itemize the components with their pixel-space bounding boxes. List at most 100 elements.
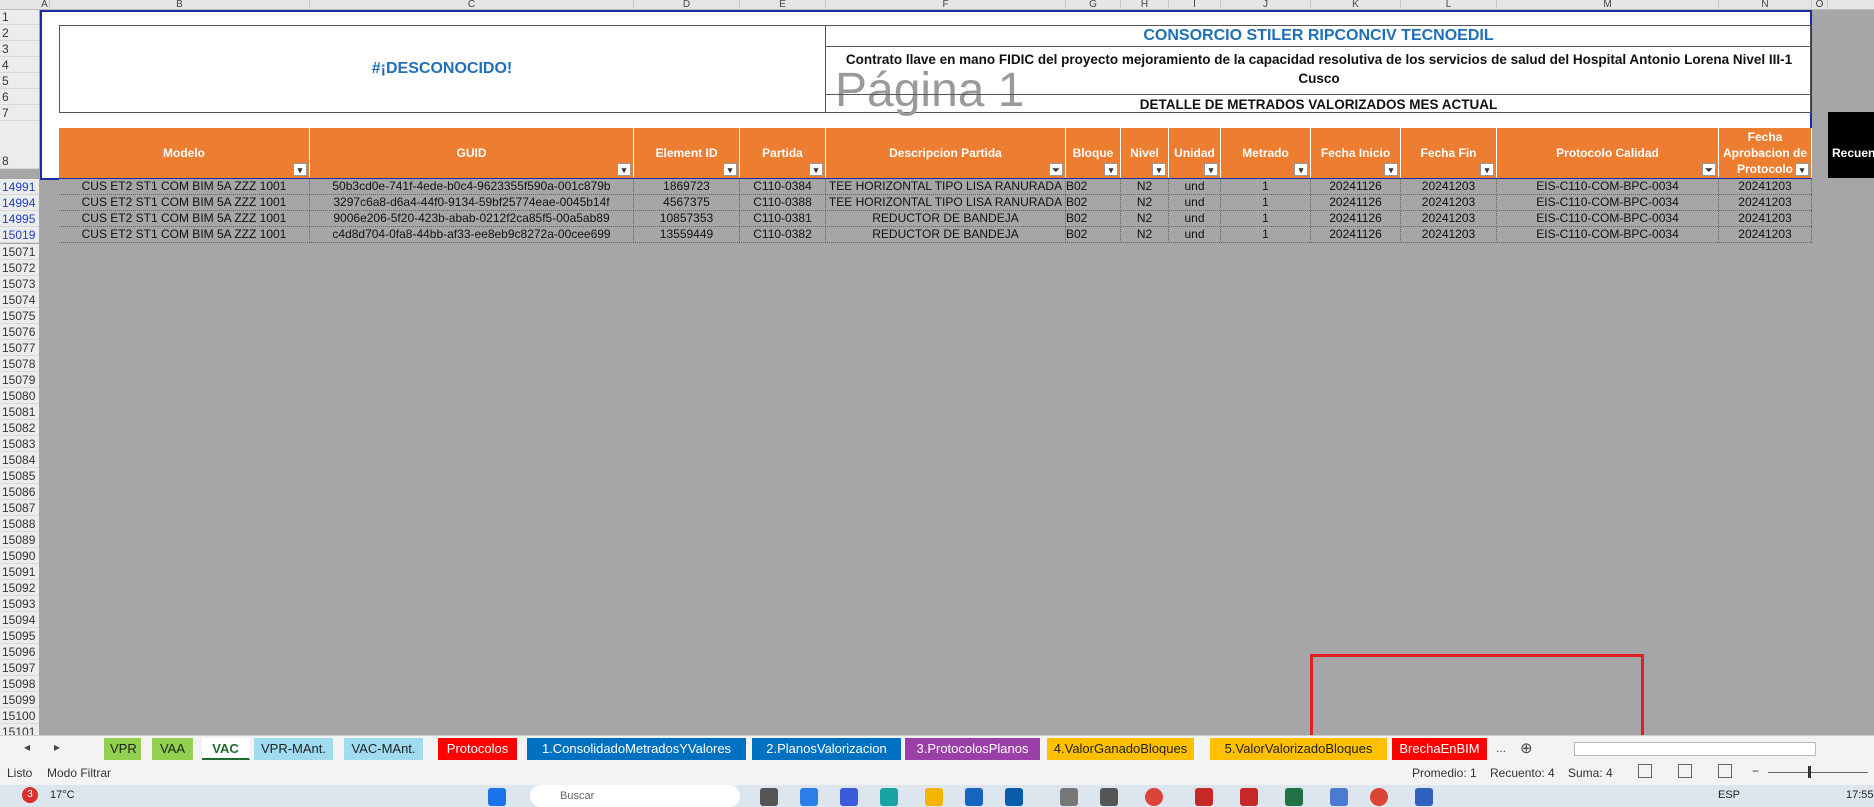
row-number[interactable]: 15019	[0, 227, 39, 243]
table-cell[interactable]: EIS-C110-COM-BPC-0034	[1497, 227, 1719, 242]
row-number[interactable]: 15074	[0, 292, 39, 308]
app-icon[interactable]	[880, 788, 898, 806]
column-header-cell[interactable]: Partida ▾	[740, 128, 826, 178]
sheet-tab[interactable]: BrechaEnBIM	[1392, 738, 1488, 760]
filter-dropdown-icon[interactable]: ▾	[1294, 163, 1308, 176]
table-cell[interactable]: 10857353	[634, 211, 740, 226]
page-break-icon[interactable]	[1718, 764, 1732, 778]
table-cell[interactable]: 1	[1221, 211, 1311, 226]
notepad-icon[interactable]	[1330, 788, 1348, 806]
filter-active-icon[interactable]: ⏷	[1702, 163, 1716, 176]
filter-dropdown-icon[interactable]: ▾	[1104, 163, 1118, 176]
row-number[interactable]: 6	[0, 89, 39, 105]
column-header-i[interactable]: I	[1169, 0, 1221, 10]
row-number[interactable]: 15095	[0, 628, 39, 644]
row-number[interactable]: 15071	[0, 244, 39, 260]
table-cell[interactable]: B02	[1066, 227, 1121, 242]
row-number[interactable]: 15096	[0, 644, 39, 660]
table-cell[interactable]: 9006e206-5f20-423b-abab-0212f2ca85f5-00a…	[310, 211, 634, 226]
table-cell[interactable]: TEE HORIZONTAL TIPO LISA RANURADA	[826, 179, 1066, 194]
app-blue-icon[interactable]	[1415, 788, 1433, 806]
task-view-icon[interactable]	[760, 788, 778, 806]
table-cell[interactable]: REDUCTOR DE BANDEJA	[826, 227, 1066, 242]
table-row[interactable]: CUS ET2 ST1 COM BIM 5A ZZZ 1001 9006e206-…	[59, 211, 1812, 227]
row-number[interactable]: 15090	[0, 548, 39, 564]
filter-dropdown-icon[interactable]: ▾	[723, 163, 737, 176]
sheet-tab[interactable]: 3.ProtocolosPlanos	[905, 738, 1041, 760]
column-header-cell[interactable]: Fecha Aprobacion de Protocolo ▾	[1719, 128, 1812, 178]
language-indicator[interactable]: ESP	[1718, 789, 1740, 801]
table-cell[interactable]: 1	[1221, 195, 1311, 210]
row-number[interactable]: 14994	[0, 195, 39, 211]
recuento-header[interactable]: Recuento	[1828, 112, 1874, 178]
column-header-cell[interactable]: Nivel ▾	[1121, 128, 1169, 178]
taskbar-search[interactable]: Buscar	[530, 785, 740, 807]
filter-active-icon[interactable]: ⏷	[1049, 163, 1063, 176]
row-number[interactable]: 7	[0, 105, 39, 121]
table-cell[interactable]: 50b3cd0e-741f-4ede-b0c4-9623355f590a-001…	[310, 179, 634, 194]
app-red-icon[interactable]	[1195, 788, 1213, 806]
page-layout-icon[interactable]	[1678, 764, 1692, 778]
row-number[interactable]: 15083	[0, 436, 39, 452]
row-number[interactable]: 15081	[0, 404, 39, 420]
row-number[interactable]: 15077	[0, 340, 39, 356]
app-b-icon[interactable]	[840, 788, 858, 806]
row-number[interactable]: 4	[0, 57, 39, 73]
table-cell[interactable]: B02	[1066, 195, 1121, 210]
column-header-cell[interactable]: Bloque ▾	[1066, 128, 1121, 178]
filter-dropdown-icon[interactable]: ▾	[617, 163, 631, 176]
column-header-cell[interactable]: Unidad ▾	[1169, 128, 1221, 178]
table-cell[interactable]: 3297c6a8-d6a4-44f0-9134-59bf25774eae-004…	[310, 195, 634, 210]
row-number[interactable]: 15092	[0, 580, 39, 596]
column-header-g[interactable]: G	[1066, 0, 1121, 10]
table-cell[interactable]: 20241203	[1719, 211, 1812, 226]
column-header-b[interactable]: B	[50, 0, 310, 10]
sheet-tab[interactable]: 4.ValorGanadoBloques	[1047, 738, 1195, 760]
table-cell[interactable]: REDUCTOR DE BANDEJA	[826, 211, 1066, 226]
zoom-slider[interactable]	[1768, 772, 1868, 773]
sheet-tab[interactable]: 1.ConsolidadoMetradosYValores	[527, 738, 747, 760]
table-cell[interactable]: C110-0382	[740, 227, 826, 242]
table-cell[interactable]: N2	[1121, 195, 1169, 210]
table-cell[interactable]: c4d8d704-0fa8-44bb-af33-ee8eb9c8272a-00c…	[310, 227, 634, 242]
file-explorer-icon[interactable]	[925, 788, 943, 806]
table-cell[interactable]: und	[1169, 179, 1221, 194]
row-number[interactable]: 15082	[0, 420, 39, 436]
row-number[interactable]: 15078	[0, 356, 39, 372]
row-number[interactable]: 15097	[0, 660, 39, 676]
table-cell[interactable]: TEE HORIZONTAL TIPO LISA RANURADA	[826, 195, 1066, 210]
table-cell[interactable]: 20241203	[1719, 227, 1812, 242]
store-icon[interactable]	[965, 788, 983, 806]
weather-text[interactable]: 17°C	[50, 789, 75, 801]
row-number[interactable]: 15098	[0, 676, 39, 692]
table-cell[interactable]: C110-0381	[740, 211, 826, 226]
row-number[interactable]: 15085	[0, 468, 39, 484]
column-header-cell[interactable]: GUID ▾	[310, 128, 634, 178]
table-cell[interactable]: 1	[1221, 227, 1311, 242]
row-number[interactable]: 15076	[0, 324, 39, 340]
company-title[interactable]: CONSORCIO STILER RIPCONCIV TECNOEDIL	[825, 25, 1812, 47]
column-header-h[interactable]: H	[1121, 0, 1169, 10]
row-number[interactable]: 1	[0, 10, 39, 25]
column-header-f[interactable]: F	[826, 0, 1066, 10]
column-header-l[interactable]: L	[1401, 0, 1497, 10]
row-number[interactable]: 2	[0, 25, 39, 41]
chrome-icon-2[interactable]	[1370, 788, 1388, 806]
table-cell[interactable]: 1	[1221, 179, 1311, 194]
status-sum[interactable]: Suma: 4	[1568, 766, 1613, 780]
table-cell[interactable]: 4567375	[634, 195, 740, 210]
table-cell[interactable]: CUS ET2 ST1 COM BIM 5A ZZZ 1001	[59, 227, 310, 242]
row-number[interactable]: 15094	[0, 612, 39, 628]
table-cell[interactable]: CUS ET2 ST1 COM BIM 5A ZZZ 1001	[59, 179, 310, 194]
column-header-cell[interactable]: Element ID ▾	[634, 128, 740, 178]
row-number[interactable]: 15075	[0, 308, 39, 324]
calculator-icon[interactable]	[1100, 788, 1118, 806]
column-header-cell[interactable]: Modelo ▾	[59, 128, 310, 178]
filter-dropdown-icon[interactable]: ▾	[1795, 163, 1809, 176]
table-cell[interactable]: CUS ET2 ST1 COM BIM 5A ZZZ 1001	[59, 195, 310, 210]
column-header-o[interactable]: O	[1812, 0, 1828, 10]
column-header-d[interactable]: D	[634, 0, 740, 10]
column-header-a[interactable]: A	[40, 0, 50, 10]
row-number[interactable]: 15086	[0, 484, 39, 500]
row-number[interactable]: 15100	[0, 708, 39, 724]
